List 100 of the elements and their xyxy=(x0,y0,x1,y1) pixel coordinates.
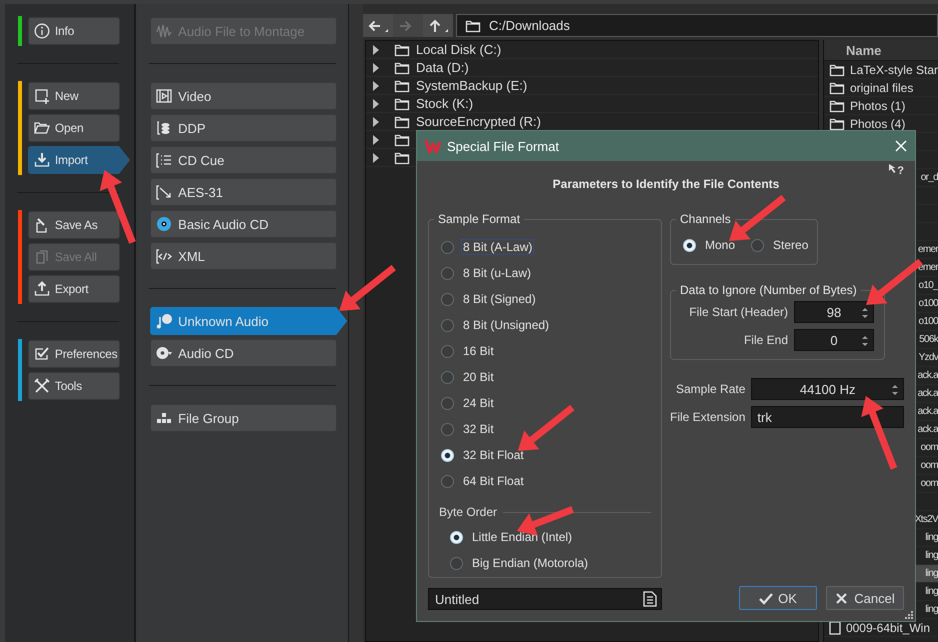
folder-icon xyxy=(394,96,410,110)
disc-icon xyxy=(156,216,172,232)
code-icon xyxy=(156,248,172,264)
annotation-arrow xyxy=(518,404,574,451)
field-label: File Start (Header) xyxy=(689,305,788,319)
radio-label[interactable]: Big Endian (Motorola) xyxy=(470,555,590,571)
format-button[interactable]: Video xyxy=(150,82,338,110)
radio-button[interactable] xyxy=(683,238,696,252)
radio-button[interactable] xyxy=(441,396,454,410)
expand-arrow-icon[interactable] xyxy=(372,152,380,162)
radio-button[interactable] xyxy=(441,318,454,332)
radio-button[interactable] xyxy=(751,238,764,252)
number-field[interactable]: 0 xyxy=(794,329,874,351)
document-icon xyxy=(828,620,841,634)
radio-button[interactable] xyxy=(441,344,454,358)
radio-label[interactable]: 16 Bit xyxy=(461,343,496,359)
radio-button[interactable] xyxy=(441,292,454,306)
radio-label[interactable]: 32 Bit Float xyxy=(461,447,526,463)
dialog-heading: Parameters to Identify the File Contents xyxy=(552,176,780,192)
sidebar-button[interactable]: Open xyxy=(28,114,120,142)
splitter-bar[interactable] xyxy=(348,4,363,642)
document-icon xyxy=(643,591,657,607)
radio-button[interactable] xyxy=(441,370,454,384)
format-button[interactable]: DDP xyxy=(150,114,338,142)
sidebar-button[interactable]: Info xyxy=(28,17,120,45)
sidebar-button[interactable]: Export xyxy=(28,275,120,303)
film-icon xyxy=(156,88,172,104)
spin-arrows-icon[interactable] xyxy=(861,307,869,319)
waveform-icon xyxy=(156,23,172,39)
format-button[interactable]: Unknown Audio xyxy=(150,307,348,335)
number-field[interactable]: 44100 Hz xyxy=(751,378,904,400)
radio-label[interactable]: 8 Bit (Signed) xyxy=(461,291,538,307)
file-row[interactable]: Photos (1) xyxy=(824,97,938,115)
radio-button[interactable] xyxy=(441,474,454,488)
format-button[interactable]: CD Cue xyxy=(150,146,338,174)
radio-button[interactable] xyxy=(441,422,454,436)
folder-icon xyxy=(394,78,410,92)
radio-button[interactable] xyxy=(450,556,463,570)
tree-item[interactable]: Data (D:) xyxy=(366,59,818,77)
path-field[interactable]: C:/Downloads xyxy=(456,14,938,37)
spin-arrows-icon[interactable] xyxy=(891,384,899,396)
radio-label[interactable]: Mono xyxy=(703,237,738,253)
radio-button[interactable] xyxy=(441,266,454,280)
preset-field[interactable]: Untitled xyxy=(428,588,662,610)
sidebar-button[interactable]: Tools xyxy=(28,372,120,400)
sidebar-button[interactable]: New xyxy=(28,82,120,110)
tree-item[interactable]: SystemBackup (E:) xyxy=(366,77,818,95)
close-icon xyxy=(835,592,850,604)
app-logo-icon xyxy=(425,138,441,154)
cancel-button[interactable]: Cancel xyxy=(826,586,904,610)
expand-arrow-icon[interactable] xyxy=(372,44,380,54)
format-button[interactable]: Audio CD xyxy=(150,339,338,367)
help-button[interactable]: ? xyxy=(889,164,904,178)
expand-arrow-icon[interactable] xyxy=(372,98,380,108)
radio-label[interactable]: 20 Bit xyxy=(461,369,496,385)
text-field[interactable]: trk xyxy=(751,406,904,428)
expand-arrow-icon[interactable] xyxy=(372,116,380,126)
tree-item[interactable]: Local Disk (C:) xyxy=(366,41,818,59)
radio-label[interactable]: 24 Bit xyxy=(461,395,496,411)
radio-label[interactable]: 8 Bit (A-Law) xyxy=(461,239,534,255)
sidebar-button[interactable]: Save As xyxy=(28,211,120,239)
spin-arrows-icon[interactable] xyxy=(861,335,869,347)
download-icon xyxy=(34,152,50,168)
format-button[interactable]: AES-31 xyxy=(150,178,338,206)
format-button[interactable]: Basic Audio CD xyxy=(150,210,338,238)
file-row[interactable]: LaTeX-style Star xyxy=(824,61,938,79)
expand-arrow-icon[interactable] xyxy=(372,62,380,72)
folder-icon xyxy=(394,60,410,74)
diagonal-arrow-icon xyxy=(156,184,172,200)
radio-label[interactable]: 8 Bit (Unsigned) xyxy=(461,317,552,333)
radio-button[interactable] xyxy=(450,530,463,544)
tools-icon xyxy=(34,378,50,394)
expand-arrow-icon[interactable] xyxy=(372,134,380,144)
radio-label[interactable]: 8 Bit (u-Law) xyxy=(461,265,534,281)
sidebar-button[interactable]: Import xyxy=(28,146,130,174)
dialog-title: Special File Format xyxy=(447,138,559,154)
format-button[interactable]: File Group xyxy=(150,404,338,432)
new-document-icon xyxy=(34,88,50,104)
close-button[interactable] xyxy=(893,138,909,154)
group-title: Channels xyxy=(679,212,732,226)
expand-arrow-icon[interactable] xyxy=(372,80,380,90)
column-header[interactable]: Name xyxy=(824,40,938,61)
tree-item[interactable]: Stock (K:) xyxy=(366,95,818,113)
radio-label[interactable]: Little Endian (Intel) xyxy=(470,529,574,545)
blocks-icon xyxy=(156,410,172,426)
radio-button[interactable] xyxy=(441,240,454,254)
radio-label[interactable]: Stereo xyxy=(771,237,810,253)
folder-icon xyxy=(394,132,410,146)
ok-button[interactable]: OK xyxy=(739,586,817,610)
resize-grip-icon[interactable] xyxy=(904,610,913,619)
radio-label[interactable]: 32 Bit xyxy=(461,421,496,437)
documents-icon xyxy=(34,249,50,265)
radio-button[interactable] xyxy=(441,448,454,462)
folder-icon xyxy=(34,120,50,136)
upload-icon xyxy=(34,281,50,297)
file-row[interactable]: original files xyxy=(824,79,938,97)
number-field[interactable]: 98 xyxy=(794,301,874,323)
sidebar-button[interactable]: Preferences xyxy=(28,340,120,368)
radio-label[interactable]: 64 Bit Float xyxy=(461,473,526,489)
format-button[interactable]: XML xyxy=(150,242,338,270)
